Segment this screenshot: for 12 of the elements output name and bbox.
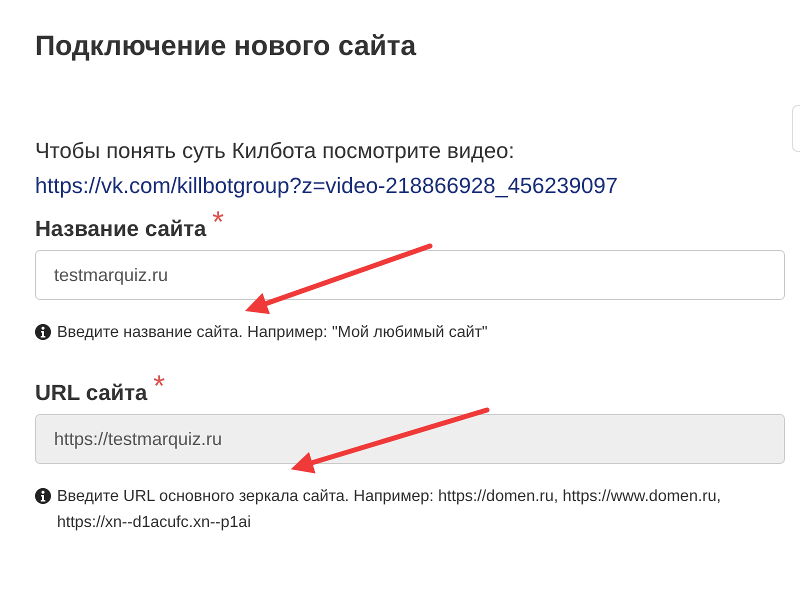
required-mark: * (153, 372, 165, 402)
field-label: URL сайта (35, 379, 148, 407)
help-text: Введите URL основного зеркала сайта. Например: https://domen.ru, https://www.domen.ru, https://xn--d1acufc.xn--p1ai (57, 487, 722, 533)
info-icon (35, 324, 51, 340)
intro-text: Чтобы понять суть Килбота посмотрите видео: (35, 137, 516, 165)
video-link[interactable]: https://vk.com/killbotgroup?z=video-218866928_456239097 (35, 170, 618, 202)
info-icon (35, 488, 51, 504)
required-mark: * (212, 208, 224, 238)
text-field[interactable]: testmarquiz.ru (35, 250, 785, 300)
field-label: Название сайта (35, 215, 206, 243)
help-text: Введите название сайта. Например: "Мой любимый сайт" (57, 323, 488, 343)
page-title: Подключение нового сайта (35, 29, 418, 62)
